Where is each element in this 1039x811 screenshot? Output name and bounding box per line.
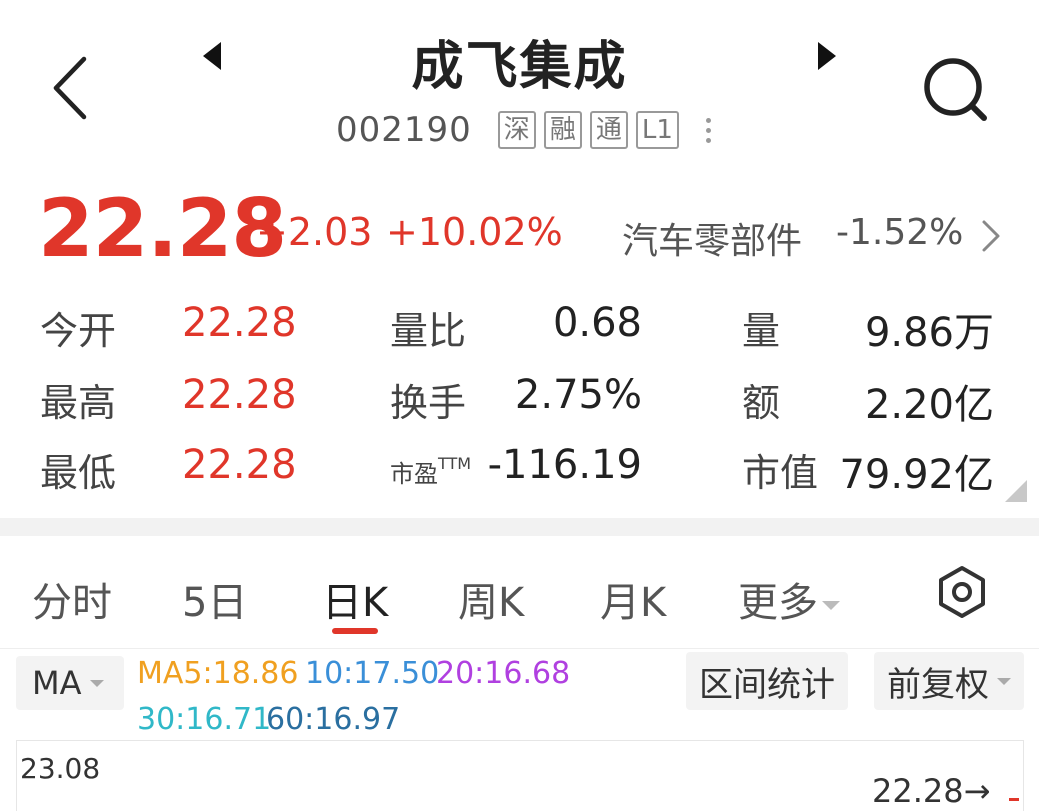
sector-name[interactable]: 汽车零部件 xyxy=(622,212,802,264)
tab-monthly-k[interactable]: 月K xyxy=(600,570,666,628)
high-value: 22.28 xyxy=(182,372,297,418)
pe-label-text: 市盈 xyxy=(390,460,438,488)
last-price-label: 22.28→ xyxy=(872,772,991,810)
tab-separator xyxy=(0,648,1039,649)
tag-l1: L1 xyxy=(635,111,679,149)
volume-ratio-label: 量比 xyxy=(390,309,467,353)
chart-settings-button[interactable] xyxy=(932,562,992,622)
price-change: +2.03 xyxy=(256,210,373,254)
high-label: 最高 xyxy=(40,381,117,425)
active-tab-indicator xyxy=(332,628,378,634)
last-price-marker xyxy=(1009,798,1019,801)
open-value: 22.28 xyxy=(182,300,297,346)
sector-change[interactable]: -1.52% xyxy=(836,212,963,253)
adjust-select-label: 前复权 xyxy=(887,664,989,705)
hexagon-settings-icon xyxy=(939,566,985,618)
stock-header: 成飞集成 002190 深 融 通 L1 xyxy=(0,0,1039,170)
ma10-value: 10:17.50 xyxy=(305,656,440,691)
low-value: 22.28 xyxy=(182,442,297,488)
volume-ratio-value: 0.68 xyxy=(552,300,642,346)
caret-down-icon xyxy=(822,600,840,610)
tab-more-label: 更多 xyxy=(738,580,818,626)
ma60-value: 60:16.97 xyxy=(266,702,401,737)
caret-down-icon xyxy=(89,679,104,687)
caret-down-icon xyxy=(997,677,1011,685)
tag-rong: 融 xyxy=(543,111,582,149)
pe-label-sup: TTM xyxy=(438,454,472,473)
open-label: 今开 xyxy=(40,309,117,353)
tab-daily-k[interactable]: 日K xyxy=(322,570,388,628)
current-price: 22.28 xyxy=(38,182,287,275)
price-change-percent: +10.02% xyxy=(386,210,563,254)
triangle-right-icon xyxy=(818,42,836,70)
turnover-value: 2.75% xyxy=(514,372,642,418)
stock-sub-info: 002190 深 融 通 L1 xyxy=(336,108,719,152)
tag-shen: 深 xyxy=(497,111,536,149)
indicator-select[interactable]: MA xyxy=(16,656,124,710)
search-icon xyxy=(924,58,987,121)
volume-label: 量 xyxy=(742,309,781,353)
ma20-value: 20:16.68 xyxy=(436,656,571,691)
stock-code: 002190 xyxy=(336,110,472,150)
chevron-right-icon[interactable] xyxy=(975,218,1005,254)
pe-label: 市盈TTM xyxy=(390,454,471,489)
low-label: 最低 xyxy=(40,451,117,495)
stock-name: 成飞集成 xyxy=(411,37,628,97)
adjust-select[interactable]: 前复权 xyxy=(874,652,1024,710)
volume-value: 9.86万 xyxy=(864,310,994,356)
ma5-value: MA5:18.86 xyxy=(137,656,299,691)
market-cap-label: 市值 xyxy=(742,451,819,495)
amount-label: 额 xyxy=(742,381,781,425)
search-button[interactable] xyxy=(916,50,996,130)
expand-corner-icon[interactable] xyxy=(1003,478,1029,504)
tag-tong: 通 xyxy=(589,111,628,149)
tab-more[interactable]: 更多 xyxy=(738,570,840,628)
ma30-value: 30:16.71 xyxy=(137,702,272,737)
indicator-select-label: MA xyxy=(32,664,82,702)
interval-stats-button[interactable]: 区间统计 xyxy=(686,652,848,710)
amount-value: 2.20亿 xyxy=(864,382,994,428)
section-divider xyxy=(0,518,1039,536)
tab-timeshare[interactable]: 分时 xyxy=(32,570,112,628)
market-cap-value: 79.92亿 xyxy=(839,452,994,498)
axis-top-price: 23.08 xyxy=(20,752,101,785)
tab-weekly-k[interactable]: 周K xyxy=(458,570,524,628)
pe-value: -116.19 xyxy=(487,442,642,488)
tab-5day[interactable]: 5日 xyxy=(182,570,247,628)
more-vertical-icon[interactable] xyxy=(699,110,719,150)
turnover-label: 换手 xyxy=(390,381,467,425)
next-stock-button[interactable] xyxy=(808,38,844,74)
